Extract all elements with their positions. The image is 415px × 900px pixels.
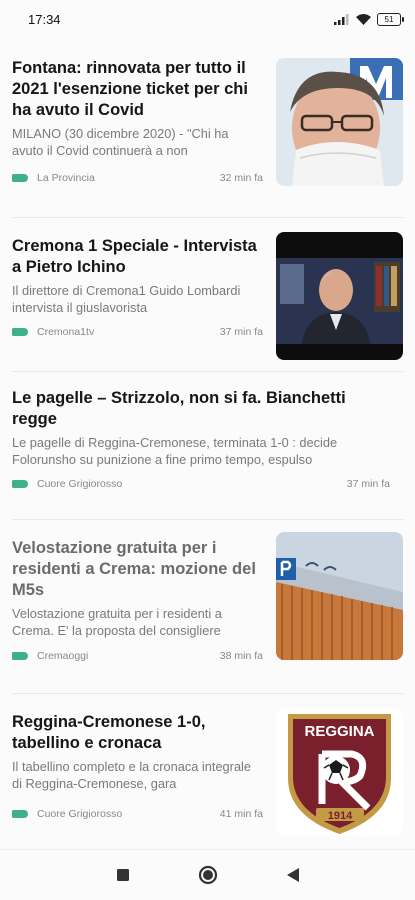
home-icon[interactable]: [198, 865, 218, 885]
article-source[interactable]: La Provincia: [37, 172, 95, 184]
portrait-man-mask-icon: [276, 58, 403, 186]
bike-station-building-icon: [276, 532, 403, 660]
article-source[interactable]: Cremona1tv: [37, 326, 94, 338]
reggina-crest-icon: REGGINA 1914: [288, 714, 391, 834]
article-thumbnail[interactable]: [276, 532, 403, 660]
article-time: 38 min fa: [219, 650, 263, 662]
article-title[interactable]: Cremona 1 Speciale - Intervista a Pietro…: [12, 236, 258, 278]
news-feed[interactable]: Fontana: rinnovata per tutto il 2021 l'e…: [0, 38, 415, 852]
status-icons: 51: [334, 12, 404, 26]
signal-icon: [334, 13, 349, 25]
article-snippet: Il direttore di Cremona1 Guido Lombardi …: [12, 283, 241, 315]
article-source[interactable]: Cremaoggi: [37, 650, 88, 662]
article-thumbnail[interactable]: [276, 232, 403, 360]
article-meta: La Provincia 32 min fa: [12, 172, 263, 184]
article-card[interactable]: Cremona 1 Speciale - Intervista a Pietro…: [12, 218, 403, 372]
source-tag-icon: [12, 328, 28, 336]
source-tag-icon: [12, 480, 28, 488]
recent-apps-icon[interactable]: [116, 868, 130, 882]
article-snippet: MILANO (30 dicembre 2020) - "Chi ha avut…: [12, 126, 229, 158]
article-time: 37 min fa: [219, 326, 263, 338]
status-time: 17:34: [28, 11, 61, 27]
status-bar: 17:34 51: [0, 0, 415, 38]
article-time: 32 min fa: [219, 172, 263, 184]
article-title[interactable]: Le pagelle – Strizzolo, non si fa. Bianc…: [12, 388, 392, 430]
article-card[interactable]: Reggina-Cremonese 1-0, tabellino e crona…: [12, 694, 403, 852]
article-card[interactable]: Velostazione gratuita per i residenti a …: [12, 520, 403, 694]
video-interview-icon: [276, 232, 403, 360]
article-time: 37 min fa: [346, 478, 390, 490]
article-snippet: Le pagelle di Reggina-Cremonese, termina…: [12, 435, 338, 467]
article-snippet: Velostazione gratuita per i residenti a …: [12, 606, 222, 638]
article-meta: Cremaoggi 38 min fa: [12, 650, 263, 662]
article-title[interactable]: Velostazione gratuita per i residenti a …: [12, 538, 258, 601]
back-icon[interactable]: [286, 867, 300, 883]
article-meta: Cuore Grigiorosso 37 min fa: [12, 478, 390, 490]
article-card[interactable]: Fontana: rinnovata per tutto il 2021 l'e…: [12, 38, 403, 218]
article-source[interactable]: Cuore Grigiorosso: [37, 478, 122, 490]
svg-text:1914: 1914: [328, 810, 353, 822]
wifi-icon: [356, 13, 371, 25]
source-tag-icon: [12, 810, 28, 818]
article-meta: Cremona1tv 37 min fa: [12, 326, 263, 338]
article-meta: Cuore Grigiorosso 41 min fa: [12, 808, 263, 820]
svg-text:REGGINA: REGGINA: [304, 723, 374, 740]
system-nav-bar: [0, 849, 415, 900]
article-thumbnail[interactable]: [276, 58, 403, 186]
article-title[interactable]: Reggina-Cremonese 1-0, tabellino e crona…: [12, 712, 258, 754]
article-card[interactable]: Le pagelle – Strizzolo, non si fa. Bianc…: [12, 372, 403, 520]
article-time: 41 min fa: [219, 808, 263, 820]
article-title[interactable]: Fontana: rinnovata per tutto il 2021 l'e…: [12, 58, 254, 121]
article-source[interactable]: Cuore Grigiorosso: [37, 808, 122, 820]
source-tag-icon: [12, 652, 28, 660]
article-thumbnail[interactable]: REGGINA 1914: [276, 708, 403, 836]
battery-icon: 51: [377, 12, 404, 26]
article-snippet: Il tabellino completo e la cronaca integ…: [12, 759, 252, 791]
source-tag-icon: [12, 174, 28, 182]
